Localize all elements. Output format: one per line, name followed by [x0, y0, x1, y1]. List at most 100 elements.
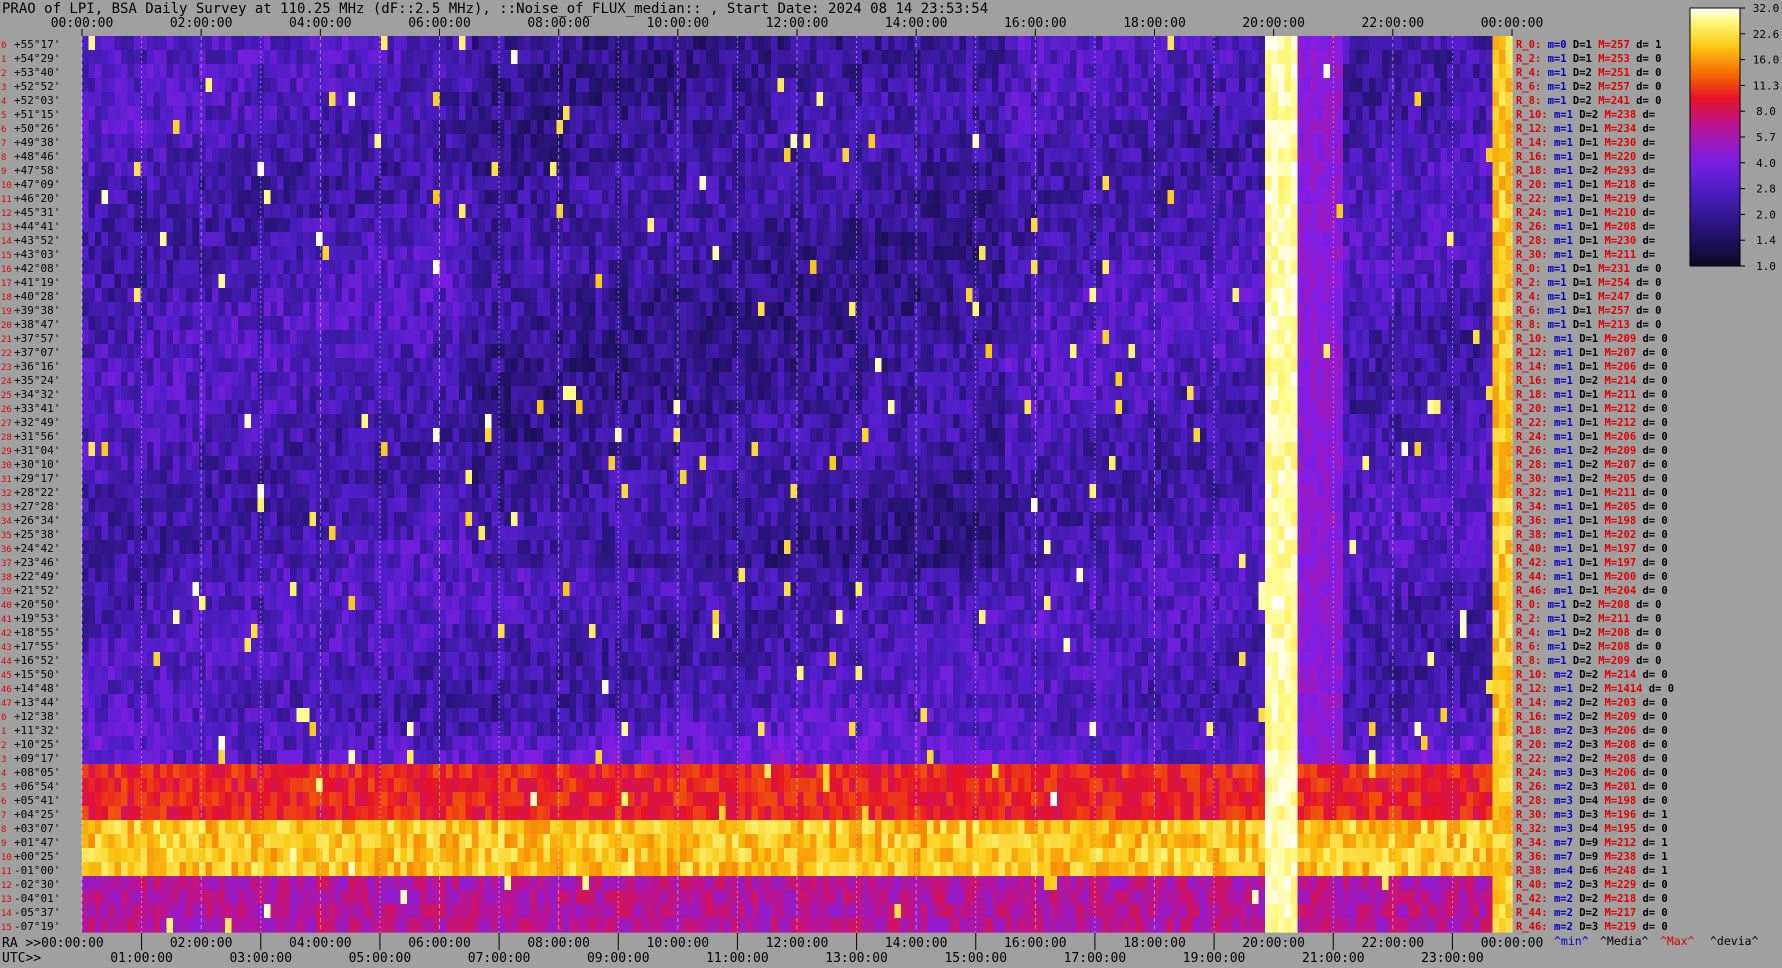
heatmap-cell [264, 50, 272, 65]
heatmap-cell [543, 246, 551, 261]
heatmap-cell [608, 260, 616, 275]
heatmap-cell [381, 218, 389, 233]
heatmap-cell [192, 344, 200, 359]
heatmap-cell [368, 120, 376, 135]
heatmap-cell [654, 120, 662, 135]
heatmap-cell [160, 204, 168, 219]
heatmap-cell [706, 148, 714, 163]
heatmap-cell [491, 134, 499, 149]
heatmap-cell [582, 190, 590, 205]
heatmap-cell [647, 260, 655, 275]
heatmap-cell [946, 330, 954, 345]
heatmap-cell [1258, 260, 1266, 275]
heatmap-cell [699, 106, 707, 121]
heatmap-cell [1427, 302, 1435, 317]
heatmap-cell [823, 134, 831, 149]
heatmap-cell [706, 330, 714, 345]
heatmap-cell [1044, 190, 1052, 205]
heatmap-cell [907, 274, 915, 289]
heatmap-cell [478, 162, 486, 177]
heatmap-cell [530, 78, 538, 93]
heatmap-cell [1005, 134, 1013, 149]
heatmap-cell [1343, 232, 1351, 247]
heatmap-cell [556, 190, 564, 205]
heatmap-cell [1447, 316, 1455, 331]
heatmap-cell [634, 50, 642, 65]
heatmap-cell [537, 204, 545, 219]
heatmap-cell [1375, 106, 1383, 121]
heatmap-cell [504, 134, 512, 149]
heatmap-cell [1330, 232, 1338, 247]
heatmap-cell [121, 190, 129, 205]
heatmap-cell [1375, 78, 1383, 93]
heatmap-cell [732, 204, 740, 219]
heatmap-cell [1109, 288, 1117, 303]
heatmap-cell [862, 218, 870, 233]
heatmap-cell [543, 288, 551, 303]
heatmap-cell [764, 50, 772, 65]
heatmap-cell [1005, 288, 1013, 303]
heatmap-cell [1200, 120, 1208, 135]
heatmap-cell [465, 148, 473, 163]
heatmap-cell [153, 274, 161, 289]
heatmap-cell [1323, 316, 1331, 331]
heatmap-cell [95, 204, 103, 219]
heatmap-cell [1089, 50, 1097, 65]
heatmap-cell [1122, 162, 1130, 177]
heatmap-cell [1180, 190, 1188, 205]
heatmap-cell [797, 64, 805, 79]
heatmap-cell [101, 78, 109, 93]
heatmap-cell [1135, 218, 1143, 233]
heatmap-cell [1050, 330, 1058, 345]
heatmap-cell [641, 232, 649, 247]
heatmap-cell [953, 190, 961, 205]
heatmap-cell [1102, 106, 1110, 121]
heatmap-cell [335, 344, 343, 359]
heatmap-cell [940, 204, 948, 219]
heatmap-cell [1258, 106, 1266, 121]
heatmap-cell [927, 64, 935, 79]
heatmap-cell [699, 78, 707, 93]
heatmap-cell [257, 316, 265, 331]
heatmap-cell [511, 260, 519, 275]
heatmap-cell [1473, 232, 1481, 247]
heatmap-cell [745, 78, 753, 93]
heatmap-cell [842, 120, 850, 135]
heatmap-cell [1265, 260, 1273, 275]
heatmap-cell [953, 344, 961, 359]
heatmap-cell [1193, 148, 1201, 163]
heatmap-cell [673, 288, 681, 303]
heatmap-cell [335, 176, 343, 191]
heatmap-cell [1141, 92, 1149, 107]
heatmap-cell [576, 92, 584, 107]
heatmap-cell [1031, 302, 1039, 317]
heatmap-cell [1486, 218, 1494, 233]
heatmap-cell [238, 50, 246, 65]
heatmap-cell [1284, 50, 1292, 65]
heatmap-cell [1284, 232, 1292, 247]
heatmap-cell [1356, 148, 1364, 163]
heatmap-cell [1239, 302, 1247, 317]
heatmap-cell [946, 106, 954, 121]
heatmap-cell [725, 78, 733, 93]
heatmap-cell [1278, 218, 1286, 233]
heatmap-cell [290, 260, 298, 275]
heatmap-cell [1453, 64, 1461, 79]
heatmap-cell [1395, 274, 1403, 289]
heatmap-cell [1135, 50, 1143, 65]
heatmap-cell [1011, 302, 1019, 317]
heatmap-cell [1414, 64, 1422, 79]
heatmap-cell [413, 64, 421, 79]
heatmap-cell [218, 162, 226, 177]
heatmap-cell [1037, 316, 1045, 331]
heatmap-cell [842, 218, 850, 233]
heatmap-cell [1401, 190, 1409, 205]
heatmap-cell [127, 204, 135, 219]
heatmap-cell [524, 190, 532, 205]
heatmap-cell [985, 92, 993, 107]
heatmap-cell [1187, 120, 1195, 135]
heatmap-cell [1427, 204, 1435, 219]
heatmap-cell [1057, 120, 1065, 135]
heatmap-cell [582, 134, 590, 149]
heatmap-cell [550, 176, 558, 191]
